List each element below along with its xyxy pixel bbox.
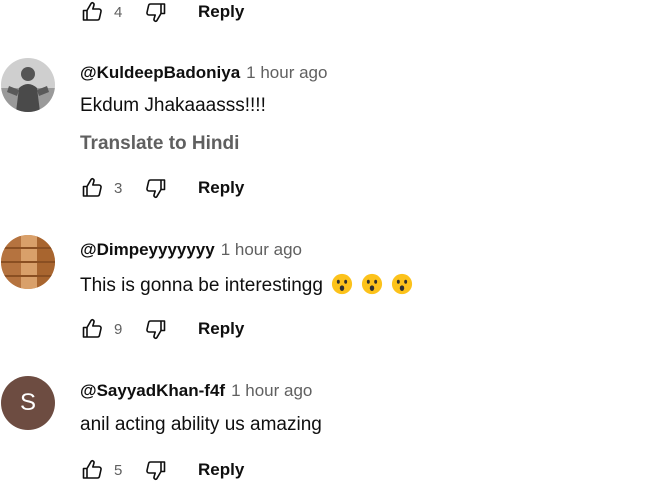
translate-link[interactable]: Translate to Hindi: [80, 133, 239, 155]
like-button[interactable]: [80, 317, 104, 341]
thumb-up-icon: [80, 0, 104, 24]
thumb-down-icon: [144, 317, 168, 341]
reply-button[interactable]: Reply: [198, 319, 244, 339]
thumb-up-icon: [80, 176, 104, 200]
user-photo-avatar: [1, 58, 55, 112]
thumb-down-icon: [144, 0, 168, 24]
reply-button[interactable]: Reply: [198, 178, 244, 198]
comment-actions: 4 Reply: [80, 0, 244, 24]
dislike-button[interactable]: [144, 458, 168, 482]
like-button[interactable]: [80, 458, 104, 482]
thumb-down-icon: [144, 458, 168, 482]
comment-author[interactable]: @KuldeepBadoniya: [80, 63, 240, 83]
dislike-button[interactable]: [144, 176, 168, 200]
astonished-face-emoji: [331, 273, 353, 295]
avatar[interactable]: [1, 58, 55, 112]
like-count: 9: [114, 320, 123, 338]
reply-button[interactable]: Reply: [198, 2, 244, 22]
comment-actions: 3 Reply: [80, 176, 244, 200]
avatar-initial: S: [19, 389, 36, 416]
comment-text-body: This is gonna be interestingg: [80, 275, 323, 296]
reply-button[interactable]: Reply: [198, 460, 244, 480]
astonished-face-emoji: [391, 273, 413, 295]
like-count: 5: [114, 461, 123, 479]
like-button[interactable]: [80, 176, 104, 200]
like-count: 3: [114, 179, 123, 197]
comment-text: This is gonna be interestingg: [80, 273, 413, 297]
avatar[interactable]: [1, 235, 55, 289]
thumb-up-icon: [80, 317, 104, 341]
comment-text: Ekdum Jhakaaasss!!!!: [80, 95, 266, 116]
comment-author[interactable]: @SayyadKhan-f4f: [80, 381, 225, 401]
comment-actions: 9 Reply: [80, 317, 244, 341]
comment-author[interactable]: @Dimpeyyyyyyy: [80, 240, 215, 260]
avatar[interactable]: S: [1, 376, 55, 430]
comment-time[interactable]: 1 hour ago: [231, 381, 312, 401]
thumb-up-icon: [80, 458, 104, 482]
comment-actions: 5 Reply: [80, 458, 244, 482]
dislike-button[interactable]: [144, 0, 168, 24]
thumb-down-icon: [144, 176, 168, 200]
dislike-button[interactable]: [144, 317, 168, 341]
bricks-photo-avatar: [1, 235, 55, 289]
comment-time[interactable]: 1 hour ago: [221, 240, 302, 260]
like-button[interactable]: [80, 0, 104, 24]
astonished-face-emoji: [361, 273, 383, 295]
comment-time[interactable]: 1 hour ago: [246, 63, 327, 83]
comment-text: anil acting ability us amazing: [80, 414, 322, 435]
like-count: 4: [114, 3, 123, 21]
